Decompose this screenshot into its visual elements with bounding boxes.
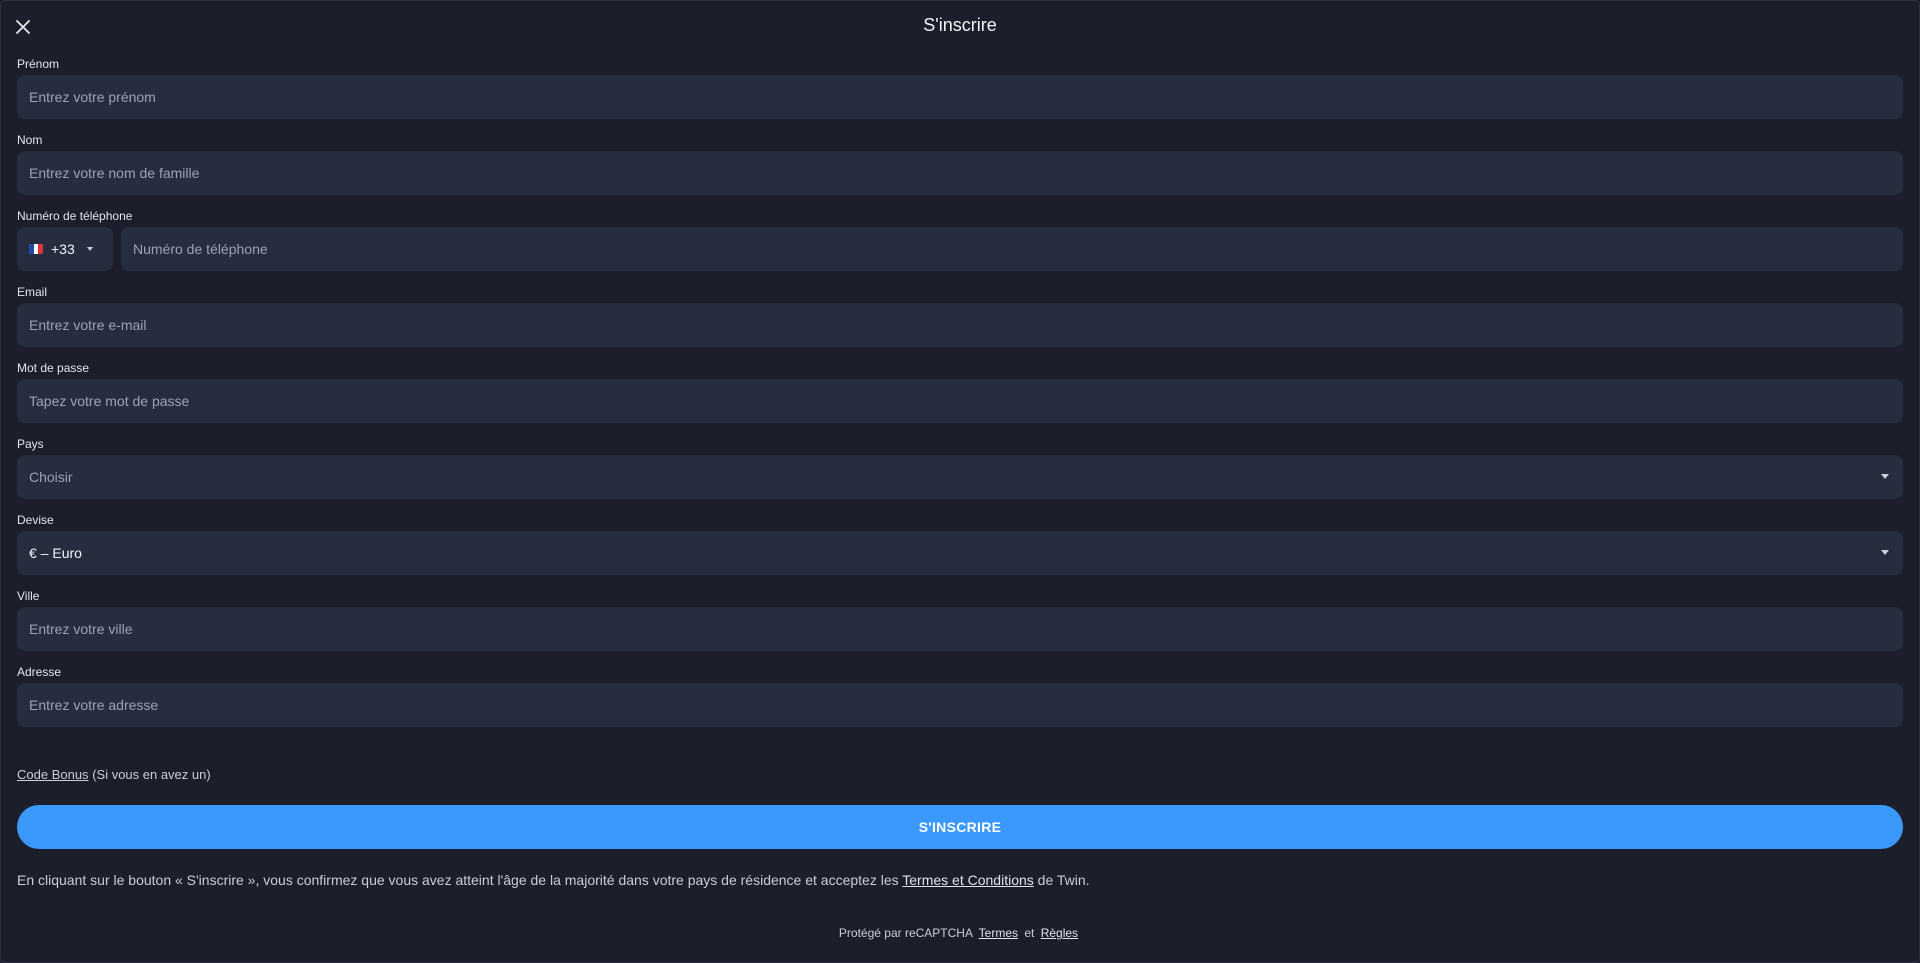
bonus-code-row: Code Bonus (Si vous en avez un) [17, 767, 1903, 782]
password-field: Mot de passe Tapez votre mot de passe [17, 361, 1903, 437]
currency-label: Devise [17, 513, 54, 527]
city-field: Ville Entrez votre ville [17, 589, 1903, 665]
france-flag-icon [29, 244, 43, 254]
recaptcha-conjunction: et [1024, 926, 1035, 940]
currency-field: Devise € – Euro [17, 513, 1903, 589]
bonus-code-note: (Si vous en avez un) [92, 767, 211, 782]
currency-select[interactable]: € – Euro [17, 531, 1903, 575]
city-input[interactable]: Entrez votre ville [17, 607, 1903, 651]
terms-notice: En cliquant sur le bouton « S'inscrire »… [17, 872, 1903, 888]
terms-suffix: de Twin. [1037, 872, 1090, 888]
bonus-code-link[interactable]: Code Bonus [17, 767, 89, 782]
signup-form: Prénom Entrez votre prénom Nom Entrez vo… [17, 57, 1903, 782]
email-label: Email [17, 285, 48, 299]
terms-link[interactable]: Termes et Conditions [902, 872, 1034, 888]
country-select[interactable]: Choisir [17, 455, 1903, 499]
currency-select-value: € – Euro [29, 545, 82, 561]
chevron-down-icon [86, 247, 93, 251]
phone-label: Numéro de téléphone [17, 209, 133, 223]
country-code-value: +33 [51, 241, 75, 257]
page-title: S'inscrire [923, 15, 997, 35]
phone-field: Numéro de téléphone +33 Numéro de téléph… [17, 209, 1903, 285]
last-name-input[interactable]: Entrez votre nom de famille [17, 151, 1903, 195]
first-name-field: Prénom Entrez votre prénom [17, 57, 1903, 133]
chevron-down-icon [1881, 474, 1889, 479]
last-name-label: Nom [17, 133, 43, 147]
country-select-value: Choisir [29, 469, 73, 485]
chevron-down-icon [1881, 550, 1889, 555]
country-label: Pays [17, 437, 44, 451]
country-field: Pays Choisir [17, 437, 1903, 513]
signup-button[interactable]: S'INSCRIRE [17, 805, 1903, 849]
address-input[interactable]: Entrez votre adresse [17, 683, 1903, 727]
recaptcha-prefix: Protégé par reCAPTCHA [838, 926, 973, 940]
recaptcha-terms-link[interactable]: Termes [979, 926, 1018, 940]
country-code-select[interactable]: +33 [17, 227, 113, 271]
address-label: Adresse [17, 665, 62, 679]
last-name-field: Nom Entrez votre nom de famille [17, 133, 1903, 209]
email-field: Email Entrez votre e-mail [17, 285, 1903, 361]
first-name-label: Prénom [17, 57, 60, 71]
password-input[interactable]: Tapez votre mot de passe [17, 379, 1903, 423]
city-label: Ville [17, 589, 40, 603]
signup-modal: S'inscrire Prénom Entrez votre prénom No… [0, 0, 1920, 963]
address-field: Adresse Entrez votre adresse [17, 665, 1903, 741]
recaptcha-rules-link[interactable]: Règles [1041, 926, 1078, 940]
terms-prefix: En cliquant sur le bouton « S'inscrire »… [17, 872, 899, 888]
password-label: Mot de passe [17, 361, 90, 375]
phone-input[interactable]: Numéro de téléphone [121, 227, 1903, 271]
first-name-input[interactable]: Entrez votre prénom [17, 75, 1903, 119]
phone-row: +33 Numéro de téléphone [17, 227, 1903, 271]
email-input[interactable]: Entrez votre e-mail [17, 303, 1903, 347]
recaptcha-notice: Protégé par reCAPTCHA Termes et Règles [1, 926, 1919, 940]
